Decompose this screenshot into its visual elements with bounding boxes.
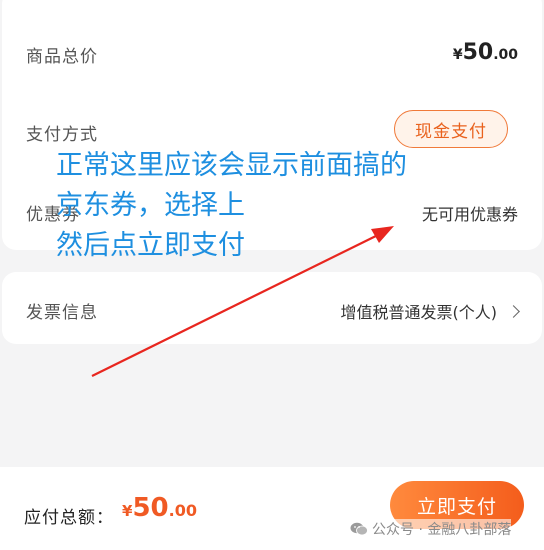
total-price: ¥50.00 <box>122 493 197 523</box>
goods-total-label: 商品总价 <box>26 47 98 67</box>
goods-total-currency: ¥ <box>452 47 463 63</box>
chevron-right-icon <box>507 305 520 318</box>
coupon-value[interactable]: 无可用优惠券 <box>422 201 518 225</box>
total-currency: ¥ <box>122 502 133 520</box>
order-summary-card: 商品总价 ¥50.00 支付方式 现金支付 优惠券 无可用优惠券 <box>2 0 542 250</box>
goods-total-decimal: .00 <box>493 47 518 63</box>
invoice-label: 发票信息 <box>26 303 98 323</box>
wechat-icon <box>350 522 368 536</box>
total-label: 应付总额： <box>24 508 114 528</box>
invoice-value: 增值税普通发票(个人) <box>340 303 498 322</box>
pay-method-label: 支付方式 <box>26 125 98 145</box>
goods-total-integer: 50 <box>462 40 494 65</box>
coupon-label: 优惠券 <box>26 205 80 225</box>
watermark: 公众号 · 金融八卦部落 <box>350 519 512 539</box>
invoice-card[interactable]: 发票信息 增值税普通发票(个人) <box>2 272 542 344</box>
pay-method-chip[interactable]: 现金支付 <box>394 110 508 148</box>
invoice-value-group: 增值税普通发票(个人) <box>340 299 520 323</box>
total-decimal: .00 <box>168 501 197 520</box>
goods-total-price: ¥50.00 <box>453 40 518 65</box>
watermark-text: 公众号 · 金融八卦部落 <box>372 522 512 538</box>
total-integer: 50 <box>132 493 169 523</box>
